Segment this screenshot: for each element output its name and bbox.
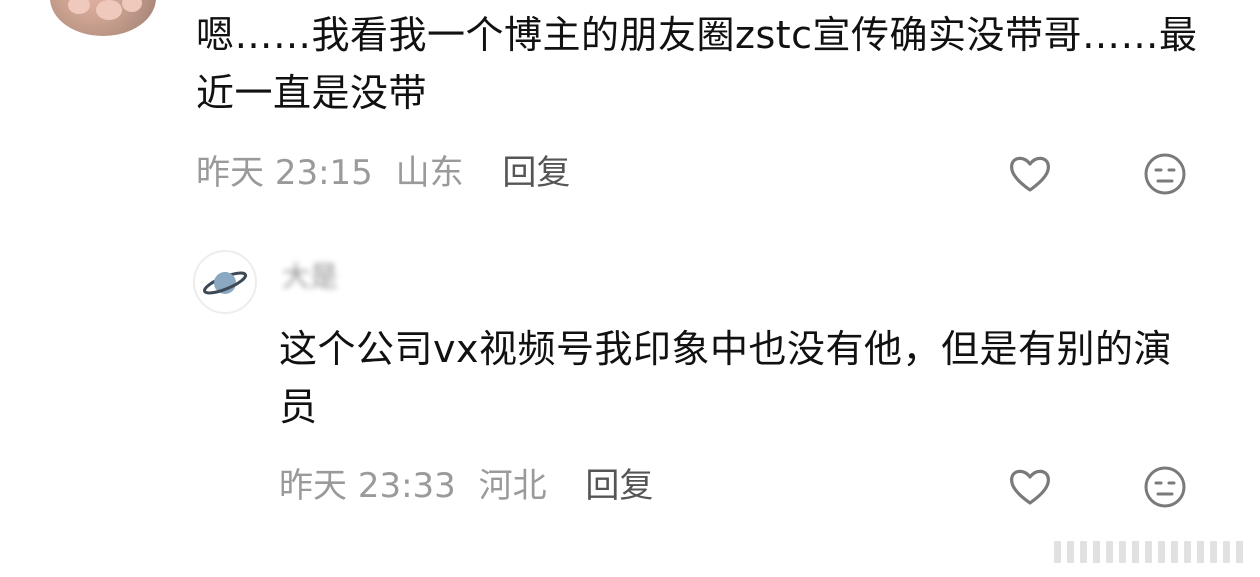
comment-thread: 嗯……我看我一个博主的朋友圈zstc宣传确实没带哥……最近一直是没带 昨天 23… bbox=[0, 0, 1260, 577]
comment-meta: 昨天 23:33 河北 回复 bbox=[279, 466, 653, 506]
neutral-face-icon[interactable] bbox=[1141, 463, 1189, 511]
comment-meta: 昨天 23:15 山东 回复 bbox=[196, 153, 570, 193]
comment-text: 嗯……我看我一个博主的朋友圈zstc宣传确实没带哥……最近一直是没带 bbox=[196, 13, 1198, 115]
comment-date: 昨天 bbox=[279, 466, 347, 506]
comment-location: 山东 bbox=[395, 153, 464, 193]
comment-location: 河北 bbox=[478, 466, 547, 506]
comment-date: 昨天 bbox=[196, 153, 264, 193]
heart-icon[interactable] bbox=[1006, 463, 1054, 511]
planet-icon bbox=[202, 271, 248, 295]
comment-time: 23:33 bbox=[357, 466, 456, 506]
avatar[interactable] bbox=[50, 0, 156, 36]
username[interactable]: 大是 bbox=[282, 262, 522, 292]
avatar[interactable] bbox=[193, 250, 257, 314]
reply-button[interactable]: 回复 bbox=[502, 153, 570, 193]
comment-time: 23:15 bbox=[274, 153, 373, 193]
watermark bbox=[1054, 541, 1244, 563]
heart-icon[interactable] bbox=[1006, 150, 1054, 198]
comment-text: 这个公司vx视频号我印象中也没有他，但是有别的演员 bbox=[279, 327, 1172, 429]
neutral-face-icon[interactable] bbox=[1141, 150, 1189, 198]
reply-button[interactable]: 回复 bbox=[585, 466, 653, 506]
